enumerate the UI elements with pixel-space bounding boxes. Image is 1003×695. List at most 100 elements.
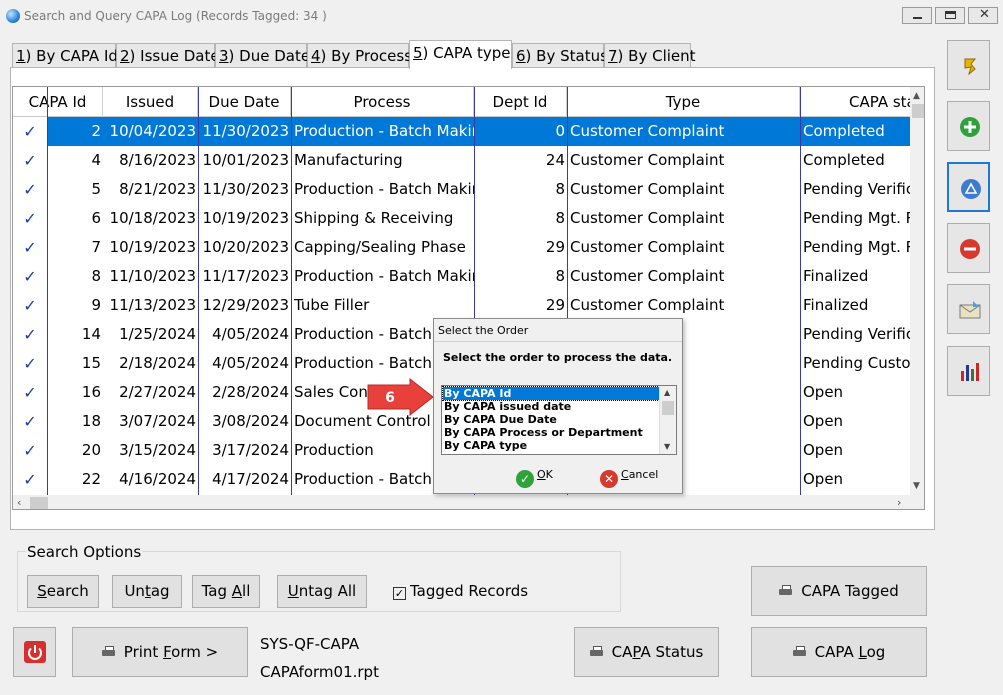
tag-check-icon[interactable]: ✓ bbox=[13, 233, 47, 262]
cell-capa-status: Pending Mgt. R bbox=[803, 238, 911, 256]
horizontal-scroll-thumb[interactable] bbox=[30, 497, 48, 509]
table-row[interactable]: ✓ 7 10/19/2023 10/20/2023 Capping/Sealing Ph… bbox=[13, 233, 911, 262]
maximize-button[interactable] bbox=[935, 7, 965, 24]
tab-by-process[interactable]: 4) By Process bbox=[307, 43, 412, 68]
col-issued[interactable]: Issued bbox=[103, 87, 198, 117]
email-icon bbox=[959, 301, 981, 319]
tag-check-icon[interactable]: ✓ bbox=[13, 378, 47, 407]
table-row[interactable]: ✓ 6 10/18/2023 10/19/2023 Shipping & Receivi… bbox=[13, 204, 911, 233]
checkbox-box[interactable]: ✓ bbox=[393, 587, 406, 600]
tagged-records-checkbox[interactable]: ✓ Tagged Records bbox=[393, 582, 528, 600]
capa-tagged-button[interactable]: CAPA Tagged bbox=[751, 566, 927, 616]
col-capa-id[interactable]: CAPA Id bbox=[13, 87, 103, 117]
scroll-up-icon[interactable]: ▲ bbox=[913, 91, 920, 101]
listbox-scrollbar[interactable]: ▲ ▼ bbox=[659, 386, 676, 454]
add-record-button[interactable] bbox=[947, 101, 990, 151]
capa-status-button[interactable]: CAPA Status bbox=[574, 627, 719, 677]
list-item[interactable]: By CAPA Due Date bbox=[443, 413, 659, 426]
exit-button[interactable] bbox=[13, 627, 56, 677]
vertical-scroll-thumb[interactable] bbox=[912, 104, 924, 118]
cell-capa-status: Completed bbox=[800, 117, 911, 146]
cancel-button[interactable]: ✕ Cancel bbox=[600, 463, 658, 488]
list-item[interactable]: By CAPA type bbox=[443, 439, 659, 452]
cell-due-date: 4/05/2024 bbox=[212, 354, 289, 372]
tag-check-icon[interactable]: ✓ bbox=[13, 262, 47, 291]
tag-check-icon[interactable]: ✓ bbox=[13, 204, 47, 233]
cell-capa-status: Completed bbox=[803, 151, 885, 169]
capa-log-button[interactable]: CAPA Log bbox=[751, 627, 927, 677]
col-due-date[interactable]: Due Date bbox=[198, 87, 291, 117]
list-item[interactable]: By CAPA issued date bbox=[443, 400, 659, 413]
list-item[interactable]: By CAPA Id bbox=[442, 386, 660, 401]
tag-check-icon[interactable]: ✓ bbox=[13, 146, 47, 175]
tab-capa-type[interactable]: 5) CAPA type bbox=[409, 40, 512, 69]
tag-all-button[interactable]: Tag All bbox=[192, 575, 260, 608]
list-item[interactable]: By CAPA Process or Department bbox=[443, 426, 659, 439]
table-row[interactable]: ✓ 8 11/10/2023 11/17/2023 Production - Batch… bbox=[13, 262, 911, 291]
ok-button[interactable]: ✓ OK bbox=[516, 463, 553, 488]
tab-by-status[interactable]: 6) By Status bbox=[512, 43, 608, 68]
tab-by-capa-id[interactable]: 1) By CAPA Id bbox=[12, 43, 118, 68]
close-button[interactable]: ✕ bbox=[968, 7, 998, 24]
untag-all-button[interactable]: Untag All bbox=[277, 575, 367, 608]
list-scroll-up-icon[interactable]: ▲ bbox=[664, 388, 670, 397]
col-type[interactable]: Type bbox=[567, 87, 800, 117]
scroll-left-icon[interactable]: ‹ bbox=[17, 496, 21, 509]
table-row[interactable]: ✓ 9 11/13/2023 12/29/2023 Tube Filler 29 Custo… bbox=[13, 291, 911, 320]
horizontal-scrollbar[interactable]: ‹ › bbox=[13, 495, 924, 509]
untag-button[interactable]: Untag bbox=[112, 575, 182, 608]
listbox-scroll-thumb[interactable] bbox=[662, 401, 674, 415]
tag-check-icon[interactable]: ✓ bbox=[13, 436, 47, 465]
cell-capa-status: Open bbox=[803, 441, 844, 459]
cell-due-date: 11/30/2023 bbox=[202, 180, 289, 198]
tag-check-icon[interactable]: ✓ bbox=[13, 320, 47, 349]
cell-process: Production - Batch Making bbox=[294, 267, 474, 285]
table-row[interactable]: ✓ 4 8/16/2023 10/01/2023 Manufacturing 24 Cust… bbox=[13, 146, 911, 175]
chart-button[interactable] bbox=[947, 346, 990, 396]
edit-record-button[interactable] bbox=[947, 162, 990, 212]
table-row[interactable]: ✓ 2 10/04/2023 11/30/2023 Production - Batch… bbox=[13, 117, 911, 146]
cell-issued: 4/16/2024 bbox=[119, 470, 196, 488]
cell-process: Manufacturing bbox=[294, 151, 403, 169]
scroll-down-icon[interactable]: ▼ bbox=[913, 481, 920, 491]
cell-issued: 10/04/2023 bbox=[103, 117, 198, 146]
list-scroll-down-icon[interactable]: ▼ bbox=[664, 442, 670, 451]
cell-dept-id: 8 bbox=[555, 209, 565, 227]
col-capa-status[interactable]: CAPA sta bbox=[800, 87, 911, 117]
cell-type: Customer Complaint bbox=[570, 209, 725, 227]
col-process[interactable]: Process bbox=[291, 87, 474, 117]
search-button[interactable]: Search bbox=[27, 575, 99, 608]
print-form-button[interactable]: Print Form > bbox=[72, 627, 248, 677]
email-button[interactable] bbox=[947, 284, 990, 334]
tab-issue-date[interactable]: 2) Issue Date bbox=[116, 43, 220, 68]
tab-due-date[interactable]: 3) Due Date bbox=[215, 43, 310, 68]
order-listbox[interactable]: By CAPA Id By CAPA issued date By CAPA Due… bbox=[441, 385, 677, 455]
cell-dept-id: 8 bbox=[555, 180, 565, 198]
tag-check-icon[interactable]: ✓ bbox=[13, 465, 47, 494]
cell-capa-status: Pending Custom bbox=[803, 354, 911, 372]
delete-record-button[interactable] bbox=[947, 223, 990, 273]
close-icon: ✕ bbox=[979, 7, 990, 22]
tag-check-icon[interactable]: ✓ bbox=[13, 407, 47, 436]
tag-check-icon[interactable]: ✓ bbox=[13, 349, 47, 378]
list-item[interactable]: By Current Status bbox=[443, 452, 659, 454]
tag-check-icon[interactable]: ✓ bbox=[13, 291, 47, 320]
cell-capa-status: Finalized bbox=[803, 267, 869, 285]
vertical-scrollbar[interactable]: ▲ ▼ bbox=[910, 87, 924, 495]
minimize-button[interactable] bbox=[902, 7, 932, 24]
cell-capa-status: Pending Mgt. R bbox=[803, 209, 911, 227]
tab-by-client[interactable]: 7) By Client bbox=[604, 43, 696, 68]
tag-check-icon[interactable]: ✓ bbox=[13, 175, 47, 204]
scroll-right-icon[interactable]: › bbox=[897, 496, 901, 509]
cell-due-date: 4/05/2024 bbox=[212, 325, 289, 343]
cell-type: Customer Complaint bbox=[570, 267, 725, 285]
step-number: 6 bbox=[385, 390, 395, 406]
undo-arrow-icon bbox=[964, 58, 977, 76]
table-row[interactable]: ✓ 5 8/21/2023 11/30/2023 Production - Batch … bbox=[13, 175, 911, 204]
undo-button[interactable] bbox=[947, 40, 990, 90]
cell-capa-id: 2 bbox=[47, 117, 103, 146]
cell-capa-id: 16 bbox=[81, 383, 101, 401]
tag-check-icon[interactable]: ✓ bbox=[13, 117, 47, 146]
col-dept-id[interactable]: Dept Id bbox=[474, 87, 567, 117]
cell-capa-id: 4 bbox=[91, 151, 101, 169]
